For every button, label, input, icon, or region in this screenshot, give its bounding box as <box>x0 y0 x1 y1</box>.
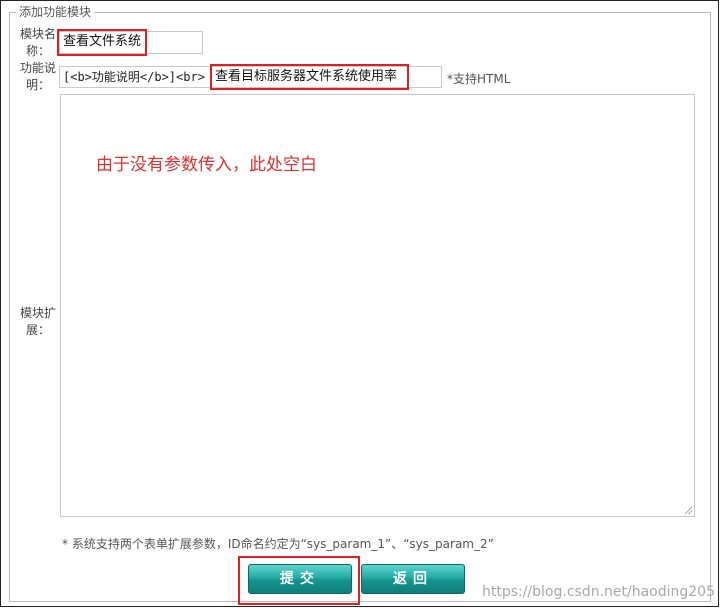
extension-label-text: 模块扩展： <box>19 306 56 337</box>
module-name-label: 模块名称： <box>16 26 60 60</box>
back-button[interactable]: 返回 <box>361 564 465 594</box>
description-label-text: 功能说明： <box>19 61 56 92</box>
description-label: 功能说明： <box>16 60 60 94</box>
watermark: https://blog.csdn.net/haoding205 <box>481 584 715 600</box>
submit-highlight <box>238 556 360 605</box>
resize-handle[interactable] <box>685 507 692 514</box>
description-highlight <box>210 64 409 90</box>
extension-label: 模块扩展： <box>16 305 60 339</box>
fieldset-legend: 添加功能模块 <box>16 5 95 19</box>
description-html-prefix: [<b>功能说明</b>]<br> <box>63 70 205 84</box>
module-name-label-text: 模块名称： <box>19 27 56 58</box>
footer-note: * 系统支持两个表单扩展参数，ID命名约定为“sys_param_1”、“sys… <box>62 537 494 551</box>
empty-annotation: 由于没有参数传入，此处空白 <box>96 155 317 175</box>
html-support-hint: *支持HTML <box>447 72 511 86</box>
module-name-highlight <box>57 29 147 56</box>
